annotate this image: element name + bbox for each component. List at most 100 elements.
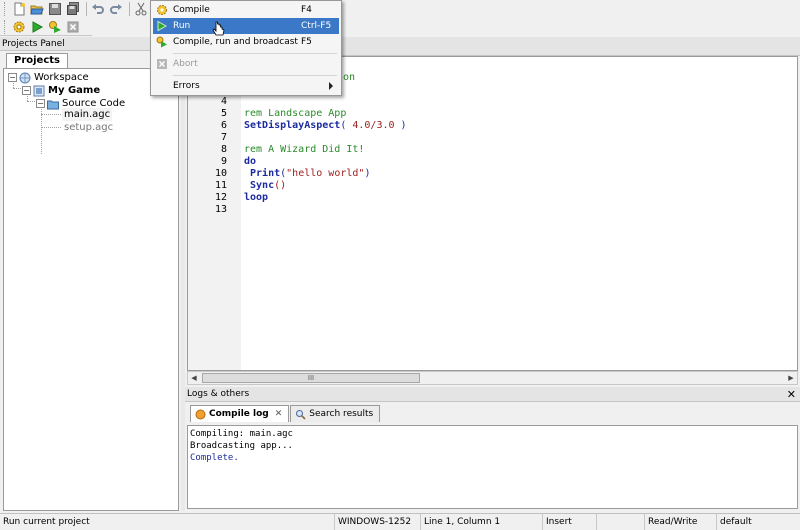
code-line-9: do: [244, 156, 257, 167]
log-line: Broadcasting app...: [190, 441, 293, 451]
build-toolbar: [0, 18, 92, 36]
compile-log-output: Compiling: main.agc Broadcasting app... …: [187, 425, 798, 509]
menu-icon-placeholder: [156, 80, 168, 92]
toolbar-separator: [86, 2, 87, 16]
toolbar-grip[interactable]: [4, 19, 7, 34]
workspace-icon: [19, 72, 31, 83]
line-number: 6: [220, 120, 227, 131]
code-fragment: on: [343, 72, 356, 83]
save-all-icon[interactable]: [65, 1, 81, 17]
collapse-toggle[interactable]: −: [36, 99, 45, 108]
menu-label: Compile, run and broadcast: [173, 37, 298, 47]
menu-item-abort: Abort: [153, 56, 339, 72]
build-menu: Compile F4 Run Ctrl-F5 Compile, run and …: [150, 0, 342, 96]
open-folder-icon[interactable]: [29, 1, 45, 17]
close-tab-icon[interactable]: ✕: [275, 409, 283, 419]
status-profile: default: [716, 514, 800, 530]
code-token: Sync: [244, 180, 275, 191]
undo-icon[interactable]: [90, 1, 106, 17]
compile-gear-icon: [157, 5, 167, 15]
code-token: (: [340, 120, 353, 131]
menu-shortcut: F5: [301, 37, 312, 47]
search-icon: [296, 409, 306, 420]
menu-item-run[interactable]: Run Ctrl-F5: [153, 18, 339, 34]
toolbar-separator: [129, 2, 130, 16]
code-line-6: SetDisplayAspect( 4.0/3.0 ): [244, 120, 407, 131]
code-line-8: rem A Wizard Did It!: [244, 144, 365, 155]
status-access: Read/Write: [644, 514, 716, 530]
run-play-icon[interactable]: [29, 19, 45, 35]
cut-icon[interactable]: [133, 1, 149, 17]
code-line-11: Sync(): [244, 180, 286, 191]
menu-item-compile-run-broadcast[interactable]: Compile, run and broadcast F5: [153, 34, 339, 50]
code-line-5: rem Landscape App: [244, 108, 347, 119]
broadcast-icon[interactable]: [47, 19, 63, 35]
tab-label: Compile log: [209, 409, 269, 419]
tab-search-results[interactable]: Search results: [290, 405, 381, 422]
menu-shortcut: Ctrl-F5: [301, 21, 332, 31]
project-tree: − Workspace − My Game − Source Code main…: [3, 68, 179, 511]
save-icon[interactable]: [47, 1, 63, 17]
collapse-toggle[interactable]: −: [8, 73, 17, 82]
menu-item-errors[interactable]: Errors: [153, 78, 339, 94]
scroll-right-icon[interactable]: ▶: [786, 373, 796, 383]
redo-icon[interactable]: [108, 1, 124, 17]
close-icon[interactable]: ✕: [787, 387, 796, 402]
menu-separator: [173, 75, 337, 76]
code-token: ): [394, 120, 407, 131]
menu-shortcut: F4: [301, 5, 312, 15]
status-cursor-position: Line 1, Column 1: [420, 514, 542, 530]
code-token: Print: [244, 168, 281, 179]
tree-item-main-agc[interactable]: main.agc: [62, 108, 113, 121]
collapse-toggle[interactable]: −: [22, 86, 31, 95]
status-edit-mode: Insert: [542, 514, 596, 530]
tab-projects[interactable]: Projects: [6, 53, 69, 68]
run-play-icon: [157, 20, 168, 32]
abort-icon: [65, 19, 81, 35]
menu-label: Errors: [173, 81, 200, 91]
tree-item-project[interactable]: − My Game: [22, 84, 100, 97]
tree-label: Workspace: [34, 72, 89, 83]
line-number: 4: [220, 96, 227, 107]
line-number: 7: [220, 132, 227, 143]
project-icon: [33, 85, 45, 96]
line-number: 12: [214, 192, 227, 203]
code-token: "hello world": [286, 168, 365, 179]
tab-label: Search results: [309, 409, 374, 419]
tree-item-setup-agc[interactable]: setup.agc: [62, 121, 115, 134]
horizontal-scrollbar[interactable]: ◀ III ▶: [187, 371, 798, 385]
tab-compile-log[interactable]: Compile log ✕: [190, 405, 290, 422]
new-file-icon[interactable]: [11, 1, 27, 17]
code-line-10: Print("hello world"): [244, 168, 370, 179]
logs-panel: Logs & others ✕ Compile log ✕ Search res…: [185, 387, 800, 511]
compile-gear-icon[interactable]: [11, 19, 27, 35]
folder-open-icon: [47, 100, 59, 109]
status-message: Run current project: [3, 517, 90, 527]
log-line: Complete.: [190, 453, 239, 463]
code-token: SetDisplayAspect: [244, 120, 341, 131]
code-token: (): [274, 180, 287, 191]
toolbar-grip[interactable]: [4, 2, 7, 16]
menu-item-compile[interactable]: Compile F4: [153, 2, 339, 18]
code-editor[interactable]: 4 5 6 7 8 9 10 11 12 13 on rem Landscape…: [187, 56, 798, 371]
menu-label: Run: [173, 21, 191, 31]
submenu-arrow-icon: [329, 82, 333, 90]
mouse-pointer-icon: [212, 21, 225, 36]
line-number-gutter: 4 5 6 7 8 9 10 11 12 13: [188, 57, 241, 370]
broadcast-icon: [156, 36, 167, 48]
line-number: 5: [220, 108, 227, 119]
code-token: 4.0/3.0: [352, 120, 395, 131]
menu-separator: [173, 53, 337, 54]
status-blank: [596, 514, 644, 530]
projects-panel: Projects Panel Projects − Workspace − My…: [0, 37, 181, 511]
line-number: 13: [214, 204, 227, 215]
compile-log-icon: [195, 409, 206, 419]
tree-label: main.agc: [64, 109, 111, 120]
scroll-left-icon[interactable]: ◀: [189, 373, 199, 383]
abort-icon: [157, 59, 167, 69]
scroll-thumb[interactable]: III: [202, 373, 420, 383]
line-number: 10: [214, 168, 227, 179]
tree-item-workspace[interactable]: − Workspace: [8, 71, 89, 84]
menu-label: Compile: [173, 5, 210, 15]
code-line-12: loop: [244, 192, 269, 203]
